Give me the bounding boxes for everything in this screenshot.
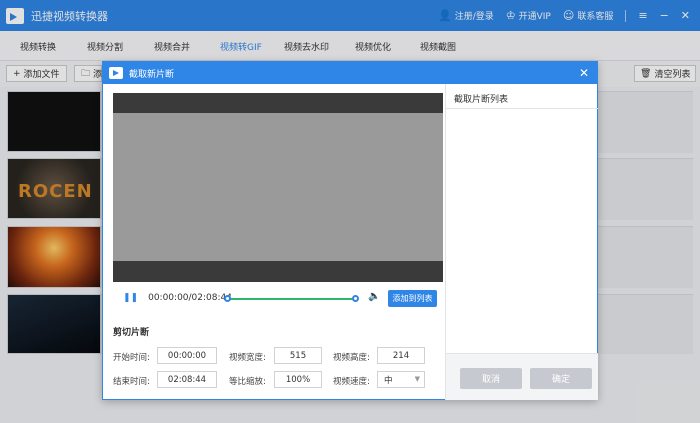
video-width-label: 视频宽度: xyxy=(229,353,266,363)
video-width-input[interactable]: 515 xyxy=(274,347,322,364)
video-speed-label: 视频速度: xyxy=(333,377,370,387)
clip-timeline[interactable] xyxy=(224,295,359,302)
video-preview xyxy=(113,93,443,282)
cancel-button[interactable]: 取消 xyxy=(460,368,522,389)
dialog-close-icon[interactable]: ✕ xyxy=(579,66,589,80)
dialog-footer: 取消 确定 xyxy=(446,353,598,400)
add-to-list-button[interactable]: 添加到列表 xyxy=(388,290,437,307)
start-time-input[interactable]: 00:00:00 xyxy=(157,347,217,364)
timeline-end-handle[interactable] xyxy=(352,295,359,302)
dialog-title: 截取新片断 xyxy=(129,69,175,80)
clip-dialog: 截取新片断 ✕ ❚❚ 00:00:00/02:08:44 🔈 添加到列表 剪切片… xyxy=(102,61,598,400)
video-speed-value: 中 xyxy=(384,375,393,386)
clip-list-panel: 截取片断列表 取消 确定 xyxy=(445,84,598,400)
clip-list-title: 截取片断列表 xyxy=(454,95,509,105)
volume-icon[interactable]: 🔈 xyxy=(368,291,380,302)
end-time-label: 结束时间: xyxy=(113,377,150,387)
clip-section-label: 剪切片断 xyxy=(113,328,150,338)
timecode: 00:00:00/02:08:44 xyxy=(148,293,232,303)
clip-list-divider xyxy=(446,108,598,109)
video-height-label: 视频高度: xyxy=(333,353,370,363)
confirm-button[interactable]: 确定 xyxy=(530,368,592,389)
video-height-input[interactable]: 214 xyxy=(377,347,425,364)
video-speed-select[interactable]: 中 ▼ xyxy=(377,371,425,388)
end-time-input[interactable]: 02:08:44 xyxy=(157,371,217,388)
scale-input[interactable]: 100% xyxy=(274,371,322,388)
timeline-start-handle[interactable] xyxy=(224,295,231,302)
dialog-logo-icon xyxy=(109,67,123,79)
scale-label: 等比缩放: xyxy=(229,377,266,387)
pause-icon[interactable]: ❚❚ xyxy=(123,293,138,303)
video-frame xyxy=(113,113,443,261)
dialog-header: 截取新片断 ✕ xyxy=(103,62,597,84)
chevron-down-icon: ▼ xyxy=(414,375,420,383)
start-time-label: 开始时间: xyxy=(113,353,150,363)
